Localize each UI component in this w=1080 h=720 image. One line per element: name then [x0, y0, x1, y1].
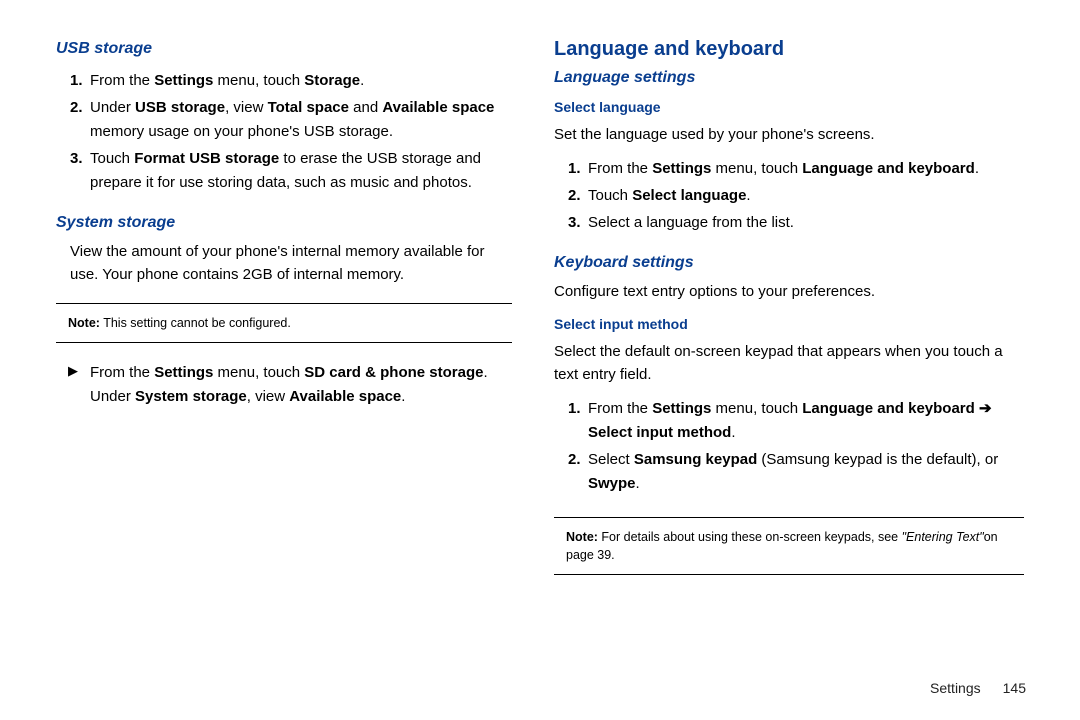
list-item: ▶ From the Settings menu, touch SD card …: [56, 361, 512, 409]
note-block: Note: This setting cannot be configured.: [56, 297, 512, 349]
list-content: Under USB storage, view Total space and …: [90, 96, 512, 144]
bullet-icon: ▶: [56, 361, 90, 409]
footer-page-number: 145: [1003, 680, 1026, 696]
list-item: 1. From the Settings menu, touch Storage…: [56, 69, 512, 93]
right-column: Language and keyboard Language settings …: [540, 30, 1038, 700]
divider: [56, 303, 512, 304]
list-item: 2. Under USB storage, view Total space a…: [56, 96, 512, 144]
select-input-method-heading: Select input method: [554, 316, 1024, 332]
list-content: From the Settings menu, touch SD card & …: [90, 361, 512, 409]
system-storage-bullet-list: ▶ From the Settings menu, touch SD card …: [56, 361, 512, 409]
note-text: Note: This setting cannot be configured.: [56, 310, 512, 336]
list-item: 1. From the Settings menu, touch Languag…: [554, 157, 1024, 181]
list-item: 3. Touch Format USB storage to erase the…: [56, 147, 512, 195]
list-content: From the Settings menu, touch Storage.: [90, 69, 512, 93]
select-input-method-list: 1. From the Settings menu, touch Languag…: [554, 394, 1024, 499]
list-content: From the Settings menu, touch Language a…: [588, 397, 1024, 445]
list-marker: 2.: [56, 96, 90, 144]
list-marker: 1.: [554, 157, 588, 181]
list-marker: 1.: [554, 397, 588, 445]
system-storage-body: View the amount of your phone's internal…: [70, 240, 512, 287]
list-content: Touch Select language.: [588, 184, 1024, 208]
list-marker: 3.: [56, 147, 90, 195]
select-language-list: 1. From the Settings menu, touch Languag…: [554, 154, 1024, 238]
left-column: USB storage 1. From the Settings menu, t…: [42, 30, 540, 700]
arrow-icon: ➔: [975, 400, 992, 417]
list-marker: 2.: [554, 448, 588, 496]
note-block: Note: For details about using these on-s…: [554, 511, 1024, 581]
manual-page: USB storage 1. From the Settings menu, t…: [0, 0, 1080, 720]
list-content: Select Samsung keypad (Samsung keypad is…: [588, 448, 1024, 496]
language-keyboard-heading: Language and keyboard: [554, 38, 1024, 61]
footer-section: Settings: [930, 680, 981, 696]
list-content: Select a language from the list.: [588, 211, 1024, 235]
list-item: 2. Touch Select language.: [554, 184, 1024, 208]
keyboard-settings-body: Configure text entry options to your pre…: [554, 280, 1024, 303]
note-text: Note: For details about using these on-s…: [554, 524, 1024, 568]
select-language-body: Set the language used by your phone's sc…: [554, 123, 1024, 146]
list-item: 1. From the Settings menu, touch Languag…: [554, 397, 1024, 445]
page-footer: Settings 145: [930, 680, 1026, 696]
list-marker: 3.: [554, 211, 588, 235]
divider: [554, 574, 1024, 575]
list-item: 3. Select a language from the list.: [554, 211, 1024, 235]
list-item: 2. Select Samsung keypad (Samsung keypad…: [554, 448, 1024, 496]
usb-storage-heading: USB storage: [56, 40, 512, 58]
select-language-heading: Select language: [554, 99, 1024, 115]
list-marker: 2.: [554, 184, 588, 208]
language-settings-heading: Language settings: [554, 69, 1024, 87]
keyboard-settings-heading: Keyboard settings: [554, 254, 1024, 272]
list-content: Touch Format USB storage to erase the US…: [90, 147, 512, 195]
divider: [554, 517, 1024, 518]
list-content: From the Settings menu, touch Language a…: [588, 157, 1024, 181]
system-storage-heading: System storage: [56, 214, 512, 232]
divider: [56, 342, 512, 343]
select-input-method-body: Select the default on-screen keypad that…: [554, 340, 1024, 387]
usb-storage-list: 1. From the Settings menu, touch Storage…: [56, 66, 512, 198]
list-marker: 1.: [56, 69, 90, 93]
